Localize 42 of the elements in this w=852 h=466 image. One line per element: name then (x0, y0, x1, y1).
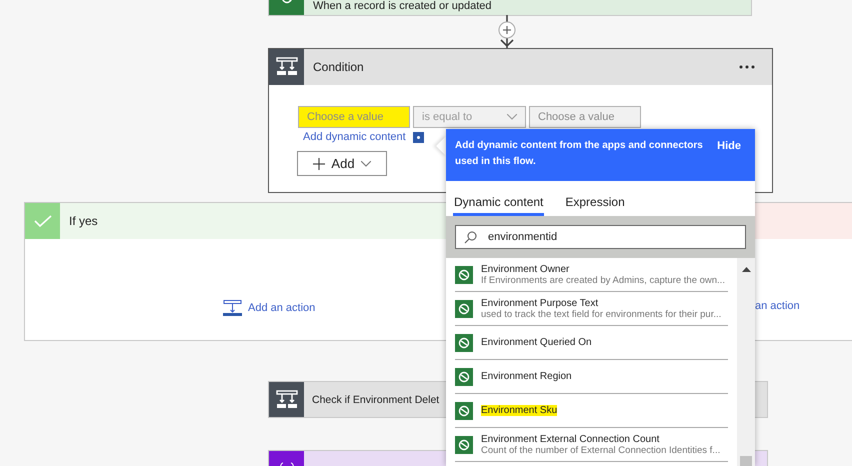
item-description: If Environments are created by Admins, capture the own... (481, 274, 725, 286)
scroll-thumb[interactable] (740, 456, 752, 466)
item-name: Environment Purpose Text (481, 298, 598, 308)
flow-icon (276, 390, 298, 410)
dynamic-content-item[interactable]: Environment Region (455, 360, 728, 394)
plus-icon (313, 158, 326, 170)
search-icon (464, 231, 477, 244)
chevron-icon (360, 160, 371, 166)
add-action-link[interactable]: Add an action (248, 302, 316, 314)
step-title: Check if Environment Delet (312, 394, 440, 406)
condition-title: Condition (313, 60, 364, 74)
scrollbar[interactable] (737, 258, 755, 466)
dynamic-content-item[interactable]: Environment External Connection Count Count of the number of External Connection Identities f... (455, 428, 728, 462)
flow-icon (276, 57, 298, 77)
chevron-icon (507, 114, 517, 120)
dynamic-content-item[interactable]: Environment Queried On (455, 326, 728, 360)
panel-message: Add dynamic content from the apps and connectors used in this flow. (455, 139, 704, 169)
item-name: Environment Owner (481, 264, 570, 274)
search-field[interactable]: environmentid (455, 225, 746, 249)
hide-button[interactable]: Hide (717, 138, 741, 154)
more-options-icon[interactable] (739, 65, 755, 69)
dynamic-content-item[interactable]: Environment Purpose Text used to track the text field for environments for their pur... (455, 292, 728, 326)
add-dynamic-content-link[interactable]: Add dynamic content (303, 131, 406, 143)
item-name: Environment External Connection Count (481, 434, 660, 444)
dynamic-content-icon[interactable] (412, 132, 424, 142)
item-description: Count of the number of External Connection Identities f... (481, 444, 720, 456)
add-action-icon (223, 300, 242, 316)
item-description: used to track the text field for environments for their pur... (481, 308, 722, 320)
dynamic-content-item[interactable]: Environment Owner If Environments are created by Admins, capture the own... (455, 258, 728, 292)
item-name: Environment Queried On (481, 337, 592, 348)
dynamic-content-item[interactable]: Environment Sku (455, 394, 728, 428)
item-name: Environment Region (481, 371, 572, 382)
add-button[interactable]: Add (297, 151, 387, 176)
scroll-up-icon[interactable] (742, 267, 750, 272)
panel-tab[interactable]: Expression (564, 181, 626, 216)
item-name: Environment Sku (481, 405, 558, 416)
left-value-field[interactable]: Choose a value (298, 106, 410, 128)
right-value-field[interactable]: Choose a value (529, 106, 641, 128)
add-action-link[interactable]: an action (755, 300, 800, 312)
checkmark-icon (34, 214, 52, 228)
branch-title: If yes (69, 214, 98, 228)
trigger-title: When a record is created or updated (313, 0, 492, 12)
